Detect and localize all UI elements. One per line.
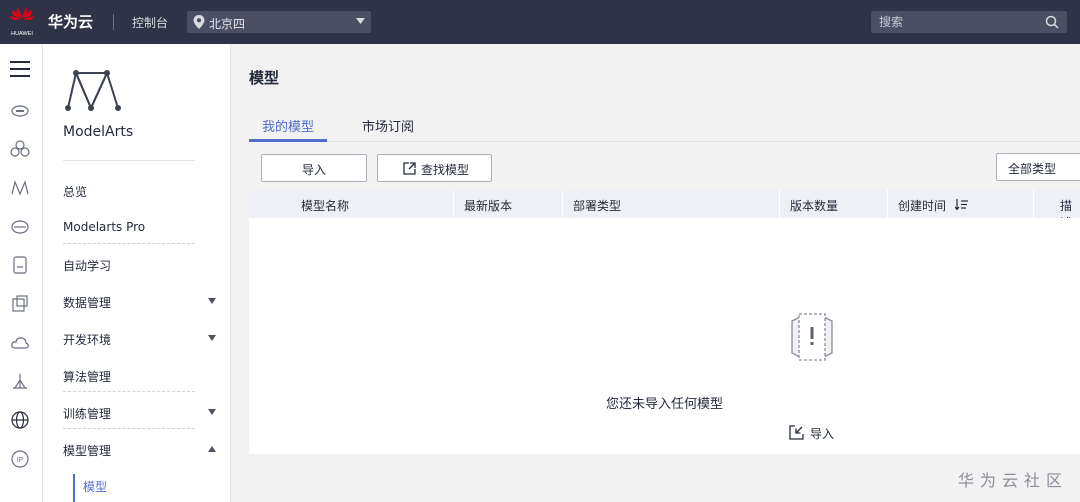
tabs-divider: [249, 141, 1080, 142]
brand-name[interactable]: 华为云: [48, 11, 93, 32]
service-nav: ModelArts 总览 Modelarts Pro 自动学习 数据管理 开发环…: [43, 44, 231, 502]
nav-dashed-divider: [63, 428, 195, 429]
column-header-latest-version: 最新版本: [464, 199, 513, 213]
nav-item-label: 开发环境: [63, 333, 112, 347]
active-indicator: [73, 474, 75, 502]
service-icon-rail: IP: [0, 44, 43, 502]
tab-market-subscriptions[interactable]: 市场订阅: [362, 116, 414, 135]
empty-state-icon: [791, 313, 833, 361]
cluster-icon[interactable]: [10, 139, 30, 159]
type-filter-value: 全部类型: [1008, 162, 1057, 176]
cloud-icon[interactable]: [10, 333, 30, 353]
nav-dashed-divider: [63, 243, 195, 244]
location-pin-icon: [193, 15, 205, 29]
find-model-button[interactable]: 查找模型: [377, 154, 492, 182]
document-icon[interactable]: [10, 255, 30, 275]
top-bar: HUAWEI 华为云 控制台 北京四: [0, 0, 1080, 44]
chevron-down-icon: [208, 298, 216, 304]
nav-item-training-management[interactable]: 训练管理: [63, 403, 223, 423]
header-divider: [113, 14, 114, 30]
nav-item-overview[interactable]: 总览: [63, 181, 223, 201]
cloud-server-icon[interactable]: [10, 100, 30, 120]
nav-item-label: 数据管理: [63, 296, 112, 310]
globe-icon[interactable]: [10, 410, 30, 430]
modelarts-logo-icon: [65, 69, 121, 111]
active-tab-underline: [249, 139, 327, 142]
service-name: ModelArts: [63, 124, 134, 140]
nav-subitem-model[interactable]: 模型: [83, 478, 107, 495]
column-divider: [453, 190, 454, 218]
import-button-label: 导入: [301, 163, 326, 177]
huawei-logo[interactable]: HUAWEI: [8, 4, 36, 40]
nav-item-label: 算法管理: [63, 370, 112, 384]
find-model-button-label: 查找模型: [421, 163, 470, 177]
nav-item-auto-learning[interactable]: 自动学习: [63, 255, 223, 275]
console-link[interactable]: 控制台: [132, 14, 168, 31]
column-header-deploy-type: 部署类型: [573, 199, 622, 213]
column-divider: [562, 190, 563, 218]
column-header-version-count: 版本数量: [790, 199, 839, 213]
storage-icon[interactable]: [10, 217, 30, 237]
search-icon[interactable]: [1045, 15, 1059, 29]
column-divider: [887, 190, 888, 218]
watermark: 华为云社区: [958, 471, 1069, 490]
nav-dashed-divider: [63, 391, 195, 392]
huawei-logo-text: HUAWEI: [11, 31, 33, 37]
import-icon: [789, 425, 804, 440]
empty-state-message: 您还未导入任何模型: [605, 397, 723, 412]
page-title: 模型: [249, 69, 280, 87]
column-header-created-time[interactable]: 创建时间: [898, 197, 946, 214]
sort-icon[interactable]: [955, 199, 968, 210]
table-header: 模型名称 最新版本 部署类型 版本数量 创建时间 描述: [249, 190, 1080, 230]
nav-item-label: 总览: [63, 185, 88, 199]
nav-item-label: 模型管理: [63, 444, 112, 458]
chevron-down-icon: [208, 335, 216, 341]
type-filter-select[interactable]: 全部类型: [996, 153, 1080, 181]
nav-item-algorithm-management[interactable]: 算法管理: [63, 366, 223, 386]
nav-item-label: 训练管理: [63, 407, 112, 421]
service-icon[interactable]: [10, 294, 30, 314]
tent-icon[interactable]: [10, 372, 30, 392]
menu-icon[interactable]: [8, 58, 32, 80]
nav-item-modelarts-pro[interactable]: Modelarts Pro: [63, 218, 223, 238]
region-label: 北京四: [209, 17, 246, 31]
nav-item-label: 自动学习: [63, 259, 112, 273]
nav-item-data-management[interactable]: 数据管理: [63, 292, 223, 312]
column-divider: [1033, 190, 1034, 218]
external-link-icon: [403, 162, 416, 175]
chevron-down-icon: [208, 409, 216, 415]
svg-text:IP: IP: [17, 457, 24, 464]
empty-state-import-label: 导入: [810, 427, 835, 441]
nav-item-model-management[interactable]: 模型管理: [63, 440, 223, 460]
import-button[interactable]: 导入: [261, 154, 367, 182]
nav-item-label: Modelarts Pro: [63, 220, 146, 234]
search-input[interactable]: [871, 11, 1067, 33]
empty-state-import-link[interactable]: 导入: [789, 423, 849, 443]
tab-my-models[interactable]: 我的模型: [262, 116, 314, 135]
modelarts-icon[interactable]: [10, 178, 30, 198]
region-selector[interactable]: 北京四: [187, 11, 371, 33]
table-body: 您还未导入任何模型 导入: [249, 218, 1080, 454]
ip-icon[interactable]: IP: [10, 449, 30, 469]
chevron-up-icon: [208, 446, 216, 452]
nav-divider: [63, 160, 195, 161]
column-header-model-name: 模型名称: [301, 199, 350, 213]
chevron-down-icon: [356, 18, 365, 24]
column-divider: [779, 190, 780, 218]
nav-item-dev-environment[interactable]: 开发环境: [63, 329, 223, 349]
